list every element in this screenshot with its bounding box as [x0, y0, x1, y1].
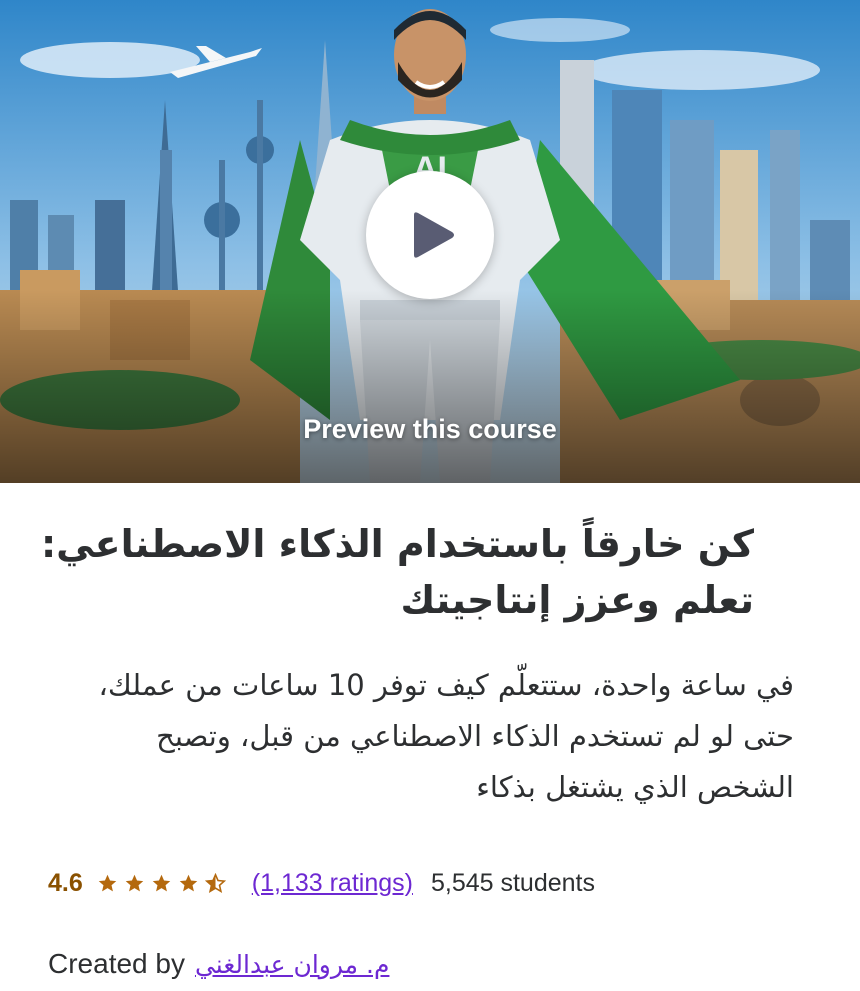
- play-button[interactable]: [366, 171, 494, 299]
- course-title-line: كن خارقاً باستخدام الذكاء الاصطناعي:: [40, 522, 754, 566]
- star-full-icon: [125, 874, 144, 891]
- preview-course-link[interactable]: Preview this course: [0, 414, 860, 445]
- course-preview[interactable]: AI Preview this course: [0, 0, 860, 483]
- ratings-count-link[interactable]: (1,133 ratings): [252, 869, 413, 898]
- course-title: كن خارقاً باستخدام الذكاء الاصطناعي: تعل…: [34, 516, 754, 628]
- students-count: 5,545 students: [430, 868, 595, 897]
- rating-row: 4.6 (1,133 ratings) 5,545 students: [48, 864, 595, 902]
- rating-value: 4.6: [48, 868, 83, 897]
- star-full-icon: [152, 874, 171, 891]
- created-by-label: Created by: [48, 948, 185, 979]
- course-title-line: تعلم وعزز إنتاجيتك: [400, 578, 754, 622]
- star-full-icon: [98, 874, 117, 891]
- star-full-icon: [179, 874, 198, 891]
- instructor-link[interactable]: م. مروان عبدالغني: [195, 950, 389, 979]
- course-description-line: الشخص الذي يشتغل بذكاء: [476, 770, 794, 804]
- course-description-line: حتى لو لم تستخدم الذكاء الاصطناعي من قبل…: [156, 719, 794, 753]
- star-half-icon: [204, 872, 226, 893]
- course-description: في ساعة واحدة، ستتعلّم كيف توفر 10 ساعات…: [34, 660, 795, 813]
- course-description-line: في ساعة واحدة، ستتعلّم كيف توفر 10 ساعات…: [98, 668, 795, 702]
- play-icon: [414, 212, 454, 258]
- star-rating: [97, 872, 232, 894]
- created-by-row: Created by م. مروان عبدالغني: [48, 944, 389, 984]
